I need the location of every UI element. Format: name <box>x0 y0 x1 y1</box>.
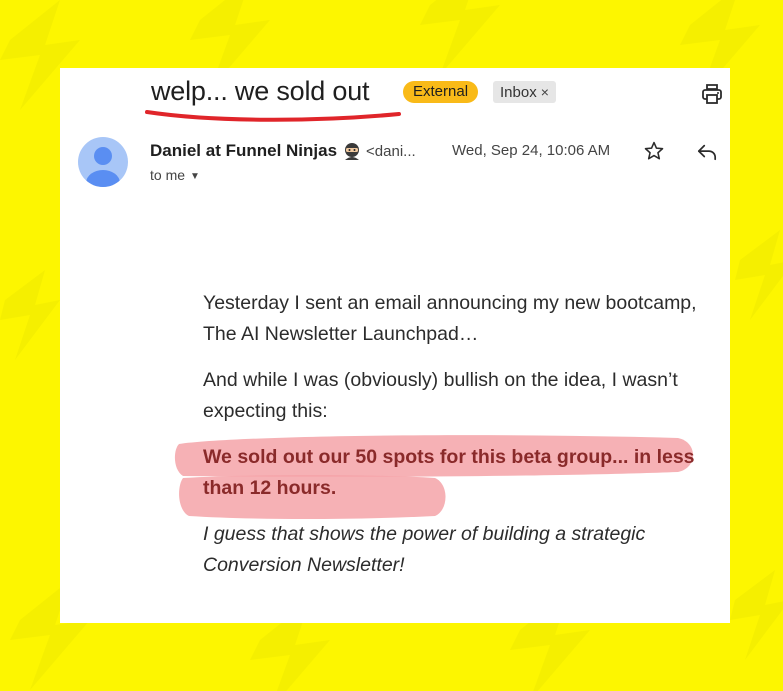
star-icon[interactable] <box>643 140 665 162</box>
email-card: welp... we sold out External Inbox × Dani… <box>60 68 730 623</box>
chevron-down-icon: ▼ <box>190 171 200 182</box>
external-badge: External <box>403 81 479 103</box>
email-body: Yesterday I sent an email announcing my … <box>174 288 723 596</box>
print-icon[interactable] <box>700 82 724 106</box>
sender-line: Daniel at Funnel Ninjas <dani... <box>150 141 416 161</box>
email-date: Wed, Sep 24, 10:06 AM <box>452 142 611 159</box>
email-subject: welp... we sold out <box>151 76 370 106</box>
avatar-icon[interactable] <box>78 137 128 187</box>
recipient-text: to me <box>150 167 186 183</box>
highlighted-paragraph: We sold out our 50 spots for this beta g… <box>174 435 723 519</box>
body-paragraph-1: Yesterday I sent an email announcing my … <box>203 292 697 345</box>
recipient-dropdown[interactable]: to me ▼ <box>150 167 200 183</box>
reply-icon[interactable] <box>696 142 718 162</box>
body-paragraph-2: And while I was (obviously) bullish on t… <box>203 369 678 422</box>
ninja-icon <box>345 143 360 160</box>
inbox-label[interactable]: Inbox × <box>493 81 556 103</box>
subject-underline <box>145 110 401 122</box>
sender-name[interactable]: Daniel at Funnel Ninjas <box>150 141 337 161</box>
remove-label-icon[interactable]: × <box>541 84 549 100</box>
inbox-label-text: Inbox <box>500 84 537 101</box>
sender-email: <dani... <box>366 142 416 160</box>
